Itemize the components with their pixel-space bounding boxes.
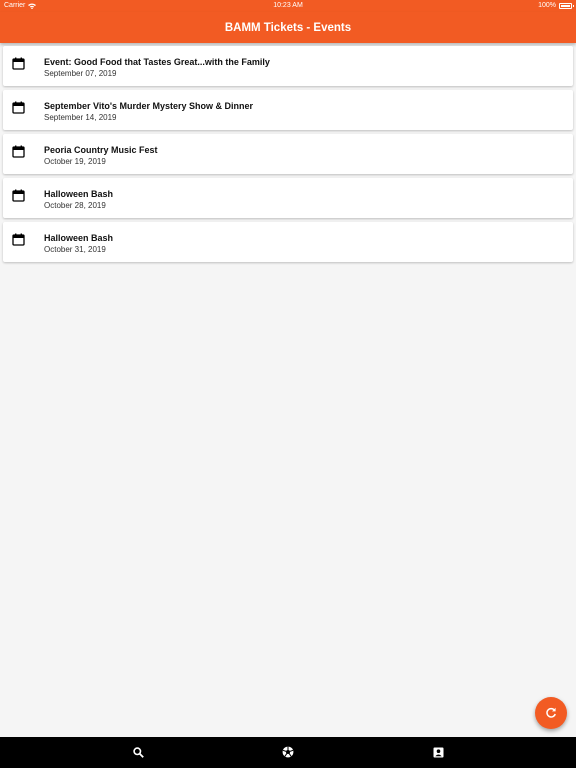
event-date: October 19, 2019 — [44, 157, 106, 166]
event-date: October 31, 2019 — [44, 245, 106, 254]
nav-contact-button[interactable] — [431, 745, 445, 759]
event-title: September Vito's Murder Mystery Show & D… — [44, 101, 254, 111]
event-card[interactable]: Peoria Country Music Fest October 19, 20… — [3, 134, 573, 174]
event-date: September 14, 2019 — [44, 113, 117, 122]
calendar-icon — [12, 189, 25, 202]
status-bar: Carrier 10:23 AM 100% — [0, 0, 576, 12]
battery-percent: 100% — [538, 2, 556, 9]
calendar-icon — [12, 145, 25, 158]
event-card[interactable]: Halloween Bash October 28, 2019 — [3, 178, 573, 218]
calendar-icon — [12, 101, 25, 114]
event-card[interactable]: Halloween Bash October 31, 2019 — [3, 222, 573, 262]
status-right: 100% — [538, 2, 574, 9]
event-title: Halloween Bash — [44, 189, 114, 199]
contact-card-icon — [433, 747, 443, 757]
event-list: Event: Good Food that Tastes Great...wit… — [3, 44, 573, 266]
refresh-icon — [546, 707, 556, 718]
bottom-nav — [0, 737, 576, 768]
event-date: October 28, 2019 — [44, 201, 106, 210]
app-bar: BAMM Tickets - Events — [0, 12, 576, 43]
calendar-icon — [12, 233, 25, 246]
camera-shutter-icon — [282, 746, 294, 758]
battery-icon — [559, 2, 574, 9]
event-card[interactable]: September Vito's Murder Mystery Show & D… — [3, 90, 573, 130]
nav-search-button[interactable] — [131, 745, 145, 759]
event-title: Peoria Country Music Fest — [44, 145, 158, 155]
refresh-button[interactable] — [535, 697, 567, 729]
status-time: 10:23 AM — [273, 2, 303, 9]
event-title: Event: Good Food that Tastes Great...wit… — [44, 57, 270, 67]
calendar-icon — [12, 57, 25, 70]
event-card[interactable]: Event: Good Food that Tastes Great...wit… — [3, 46, 573, 86]
nav-camera-button[interactable] — [281, 745, 295, 759]
search-icon — [132, 746, 144, 758]
event-title: Halloween Bash — [44, 233, 114, 243]
event-date: September 07, 2019 — [44, 69, 117, 78]
page-title: BAMM Tickets - Events — [224, 21, 352, 34]
